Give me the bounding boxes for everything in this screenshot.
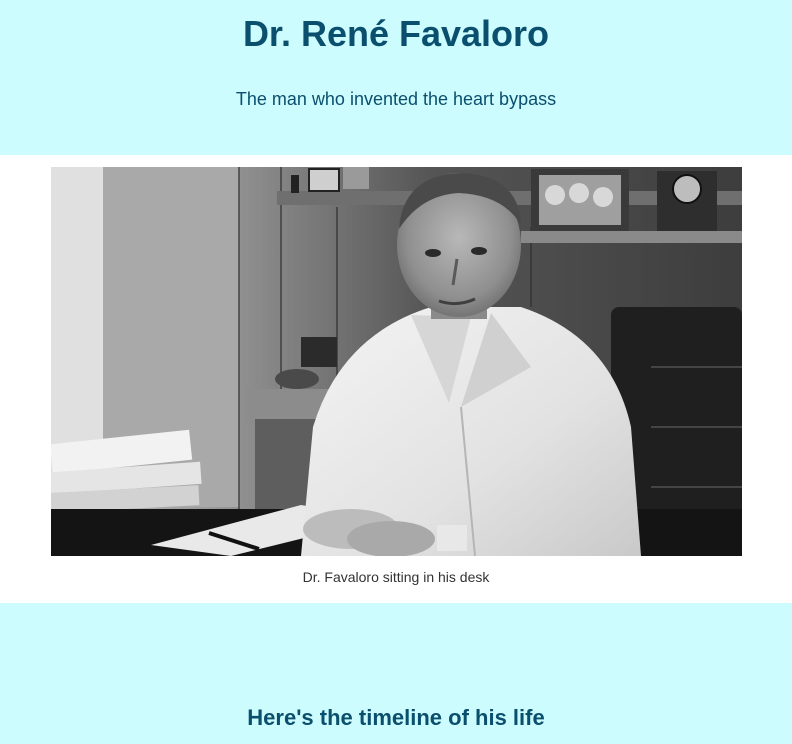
- timeline-heading: Here's the timeline of his life: [247, 705, 545, 730]
- page-title: Dr. René Favaloro: [242, 13, 550, 54]
- timeline-section: Here's the timeline of his life: [0, 603, 792, 744]
- photo-section: Dr. Favaloro sitting in his desk: [0, 155, 792, 603]
- page-subtitle: The man who invented the heart bypass: [235, 89, 557, 109]
- photo-caption: Dr. Favaloro sitting in his desk: [302, 569, 490, 585]
- page-header: Dr. René Favaloro The man who invented t…: [0, 0, 792, 155]
- portrait-photo: [51, 167, 742, 556]
